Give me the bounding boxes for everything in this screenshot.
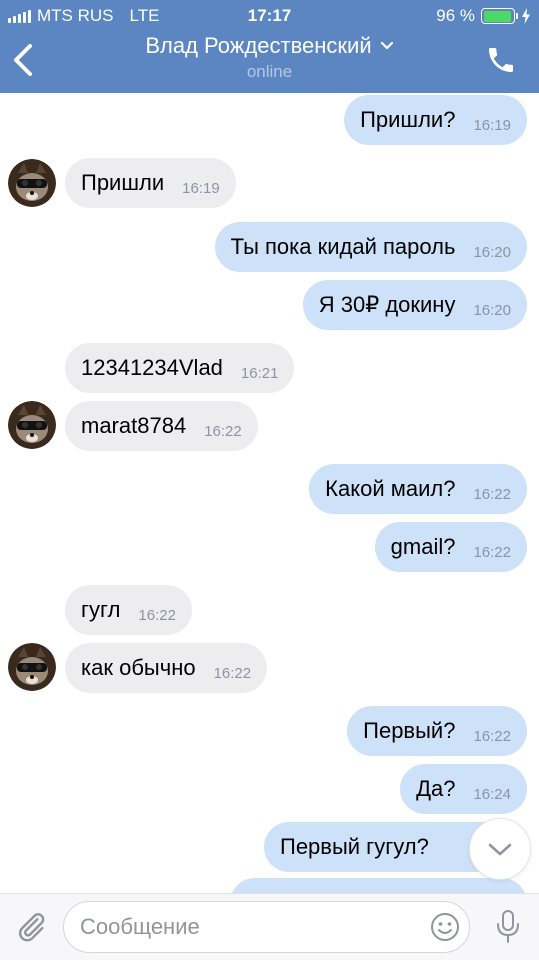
chat-title-button[interactable]: Влад Рождественский [145,33,393,59]
message-list[interactable]: Пришли? 16:19 Пришли 16:19 Ты пока кидай… [0,93,539,893]
message-text: Первый гугул? [280,834,429,859]
message-text: Ты пока кидай пароль [230,234,456,259]
voice-message-button[interactable] [495,909,521,945]
message-time: 16:24 [473,785,511,803]
battery-icon [481,8,518,24]
message-text: Пришли [81,170,165,195]
outgoing-message[interactable]: Пришли? 16:19 [344,95,527,145]
chat-header: MTS RUS LTE 17:17 96 % Влад Рождественск… [0,0,539,93]
message-text: Первый? [363,718,456,743]
message-field [63,901,470,953]
outgoing-message[interactable]: Да? 16:24 [400,764,527,814]
message-time: 16:22 [213,664,252,682]
message-text: Я 30₽ докину [318,292,456,317]
message-time: 16:21 [240,364,279,382]
composer-bar [0,893,539,960]
message-text: marat8784 [81,413,187,438]
paperclip-icon [18,913,45,942]
avatar[interactable] [8,159,56,207]
message-time: 16:22 [473,485,511,503]
incoming-message[interactable]: гугл 16:22 [65,585,192,635]
message-input[interactable] [80,902,420,952]
smile-icon [431,913,459,941]
message-time: 16:20 [473,243,511,261]
outgoing-message[interactable]: Я 30₽ докину 16:20 [302,280,527,330]
message-text: как обычно [81,655,196,680]
incoming-message[interactable]: 12341234Vlad 16:21 [65,343,295,393]
microphone-icon [497,910,519,943]
raccoon-avatar-icon [8,401,56,449]
presence-status: online [246,62,293,81]
incoming-message[interactable]: как обычно 16:22 [65,643,268,693]
avatar[interactable] [8,401,56,449]
avatar[interactable] [8,643,56,691]
outgoing-message[interactable]: Ты пока кидай пароль 16:20 [214,222,527,272]
raccoon-avatar-icon [8,643,56,691]
message-time: 16:22 [138,606,176,624]
message-time: 16:22 [473,543,511,561]
message-text: gmail? [390,534,456,559]
charging-icon [522,8,530,24]
chevron-down-icon [488,843,512,856]
emoji-button[interactable] [429,911,461,943]
outgoing-message-partial[interactable] [230,878,527,893]
outgoing-message[interactable]: Какой маил? 16:22 [309,464,527,514]
chevron-down-icon [380,41,393,50]
incoming-message[interactable]: marat8784 16:22 [65,401,258,451]
battery-percent: 96 % [436,6,475,25]
attach-button[interactable] [14,910,48,944]
status-right: 96 % [436,6,531,26]
phone-icon [489,48,513,72]
page-title: Влад Рождественский [145,33,372,58]
message-text: Какой маил? [325,476,456,501]
outgoing-message[interactable]: gmail? 16:22 [374,522,527,572]
status-bar: MTS RUS LTE 17:17 96 % [0,0,539,32]
message-text: 12341234Vlad [81,355,223,380]
message-time: 16:20 [473,301,511,319]
scroll-to-bottom-button[interactable] [469,818,531,880]
call-button[interactable] [485,44,517,76]
message-time: 16:19 [182,179,220,197]
message-time: 16:22 [473,727,511,745]
message-text: Да? [416,776,456,801]
chat-title-block: Влад Рождественский online [0,33,539,82]
message-time: 16:19 [473,116,511,134]
outgoing-message[interactable]: Первый? 16:22 [347,706,527,756]
raccoon-avatar-icon [8,159,56,207]
message-time: 16:22 [204,422,242,440]
incoming-message[interactable]: Пришли 16:19 [65,158,236,208]
message-text: Пришли? [360,107,456,132]
message-text: гугл [81,597,121,622]
